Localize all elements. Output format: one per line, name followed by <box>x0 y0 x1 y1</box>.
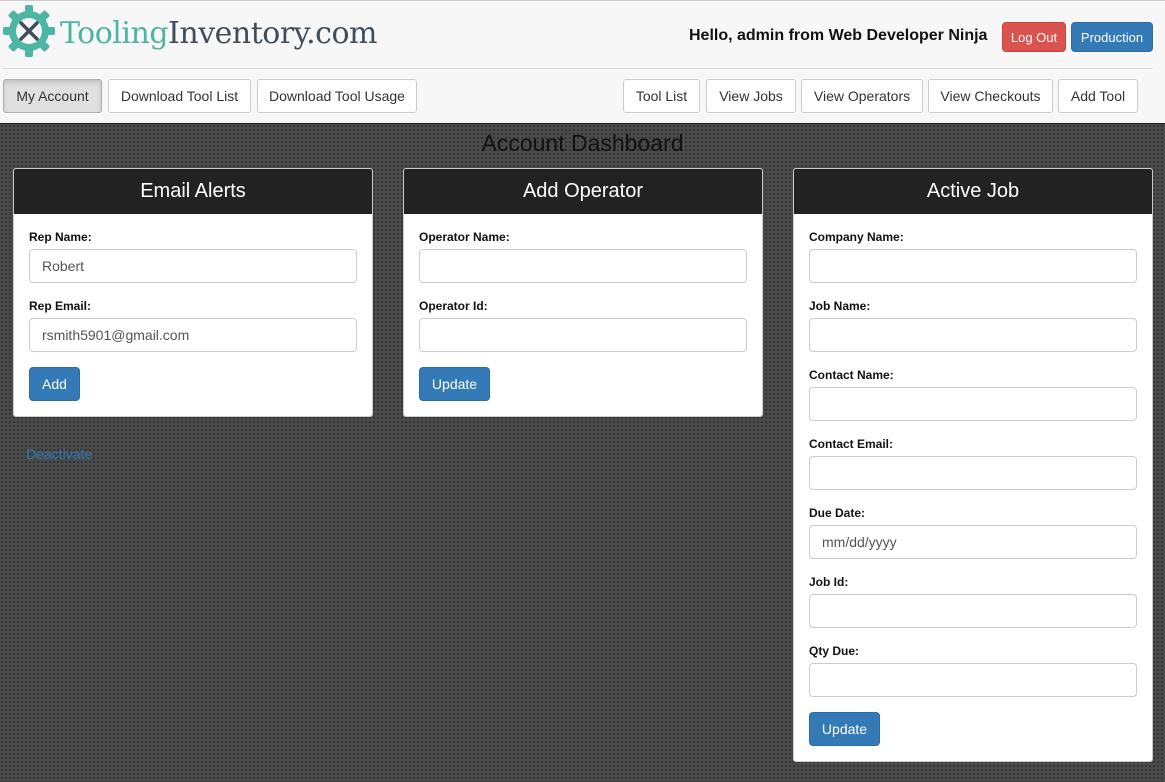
nav-download-tool-usage[interactable]: Download Tool Usage <box>257 79 417 113</box>
logout-button[interactable]: Log Out <box>1002 22 1066 52</box>
logo[interactable]: ToolingInventory.com <box>0 4 377 62</box>
qty-due-label: Qty Due: <box>809 644 860 658</box>
rep-name-input[interactable] <box>29 249 357 283</box>
operator-id-label: Operator Id: <box>419 299 488 313</box>
due-date-label: Due Date: <box>809 506 866 520</box>
gear-icon <box>0 2 58 65</box>
add-operator-card: Add Operator Operator Name: Operator Id:… <box>403 168 763 417</box>
user-greeting: Hello, admin from Web Developer Ninja <box>689 27 988 44</box>
rep-email-input[interactable] <box>29 318 357 352</box>
nav-download-tool-list[interactable]: Download Tool List <box>108 79 251 113</box>
nav-view-jobs[interactable]: View Jobs <box>706 79 796 113</box>
active-job-card: Active Job Company Name: Job Name: Conta… <box>793 168 1153 762</box>
job-id-input[interactable] <box>809 594 1137 628</box>
nav-view-operators[interactable]: View Operators <box>801 79 923 113</box>
contact-email-input[interactable] <box>809 456 1137 490</box>
due-date-input[interactable] <box>809 525 1137 559</box>
nav-add-tool[interactable]: Add Tool <box>1058 79 1138 113</box>
operator-name-label: Operator Name: <box>419 230 510 244</box>
email-alerts-title: Email Alerts <box>14 169 372 214</box>
deactivate-link[interactable]: Deactivate <box>26 446 92 462</box>
rep-email-label: Rep Email: <box>29 299 92 313</box>
brand-name: ToolingInventory.com <box>60 15 377 51</box>
add-email-alert-button[interactable]: Add <box>29 367 80 401</box>
update-operator-button[interactable]: Update <box>419 367 490 401</box>
operator-id-input[interactable] <box>419 318 747 352</box>
email-alerts-card: Email Alerts Rep Name: Rep Email: Add <box>13 168 373 417</box>
header: ToolingInventory.com Hello, admin from W… <box>0 0 1165 124</box>
contact-name-label: Contact Name: <box>809 368 894 382</box>
company-name-label: Company Name: <box>809 230 904 244</box>
qty-due-input[interactable] <box>809 663 1137 697</box>
active-job-title: Active Job <box>794 169 1152 214</box>
company-name-input[interactable] <box>809 249 1137 283</box>
contact-email-label: Contact Email: <box>809 437 894 451</box>
nav-tool-list[interactable]: Tool List <box>623 79 700 113</box>
job-name-label: Job Name: <box>809 299 871 313</box>
operator-name-input[interactable] <box>419 249 747 283</box>
page-title: Account Dashboard <box>481 130 684 156</box>
update-active-job-button[interactable]: Update <box>809 712 880 746</box>
header-divider <box>3 68 1153 69</box>
nav-view-checkouts[interactable]: View Checkouts <box>928 79 1053 113</box>
job-id-label: Job Id: <box>809 575 849 589</box>
rep-name-label: Rep Name: <box>29 230 92 244</box>
nav-my-account[interactable]: My Account <box>3 79 102 113</box>
add-operator-title: Add Operator <box>404 169 762 214</box>
production-button[interactable]: Production <box>1071 22 1153 52</box>
job-name-input[interactable] <box>809 318 1137 352</box>
contact-name-input[interactable] <box>809 387 1137 421</box>
